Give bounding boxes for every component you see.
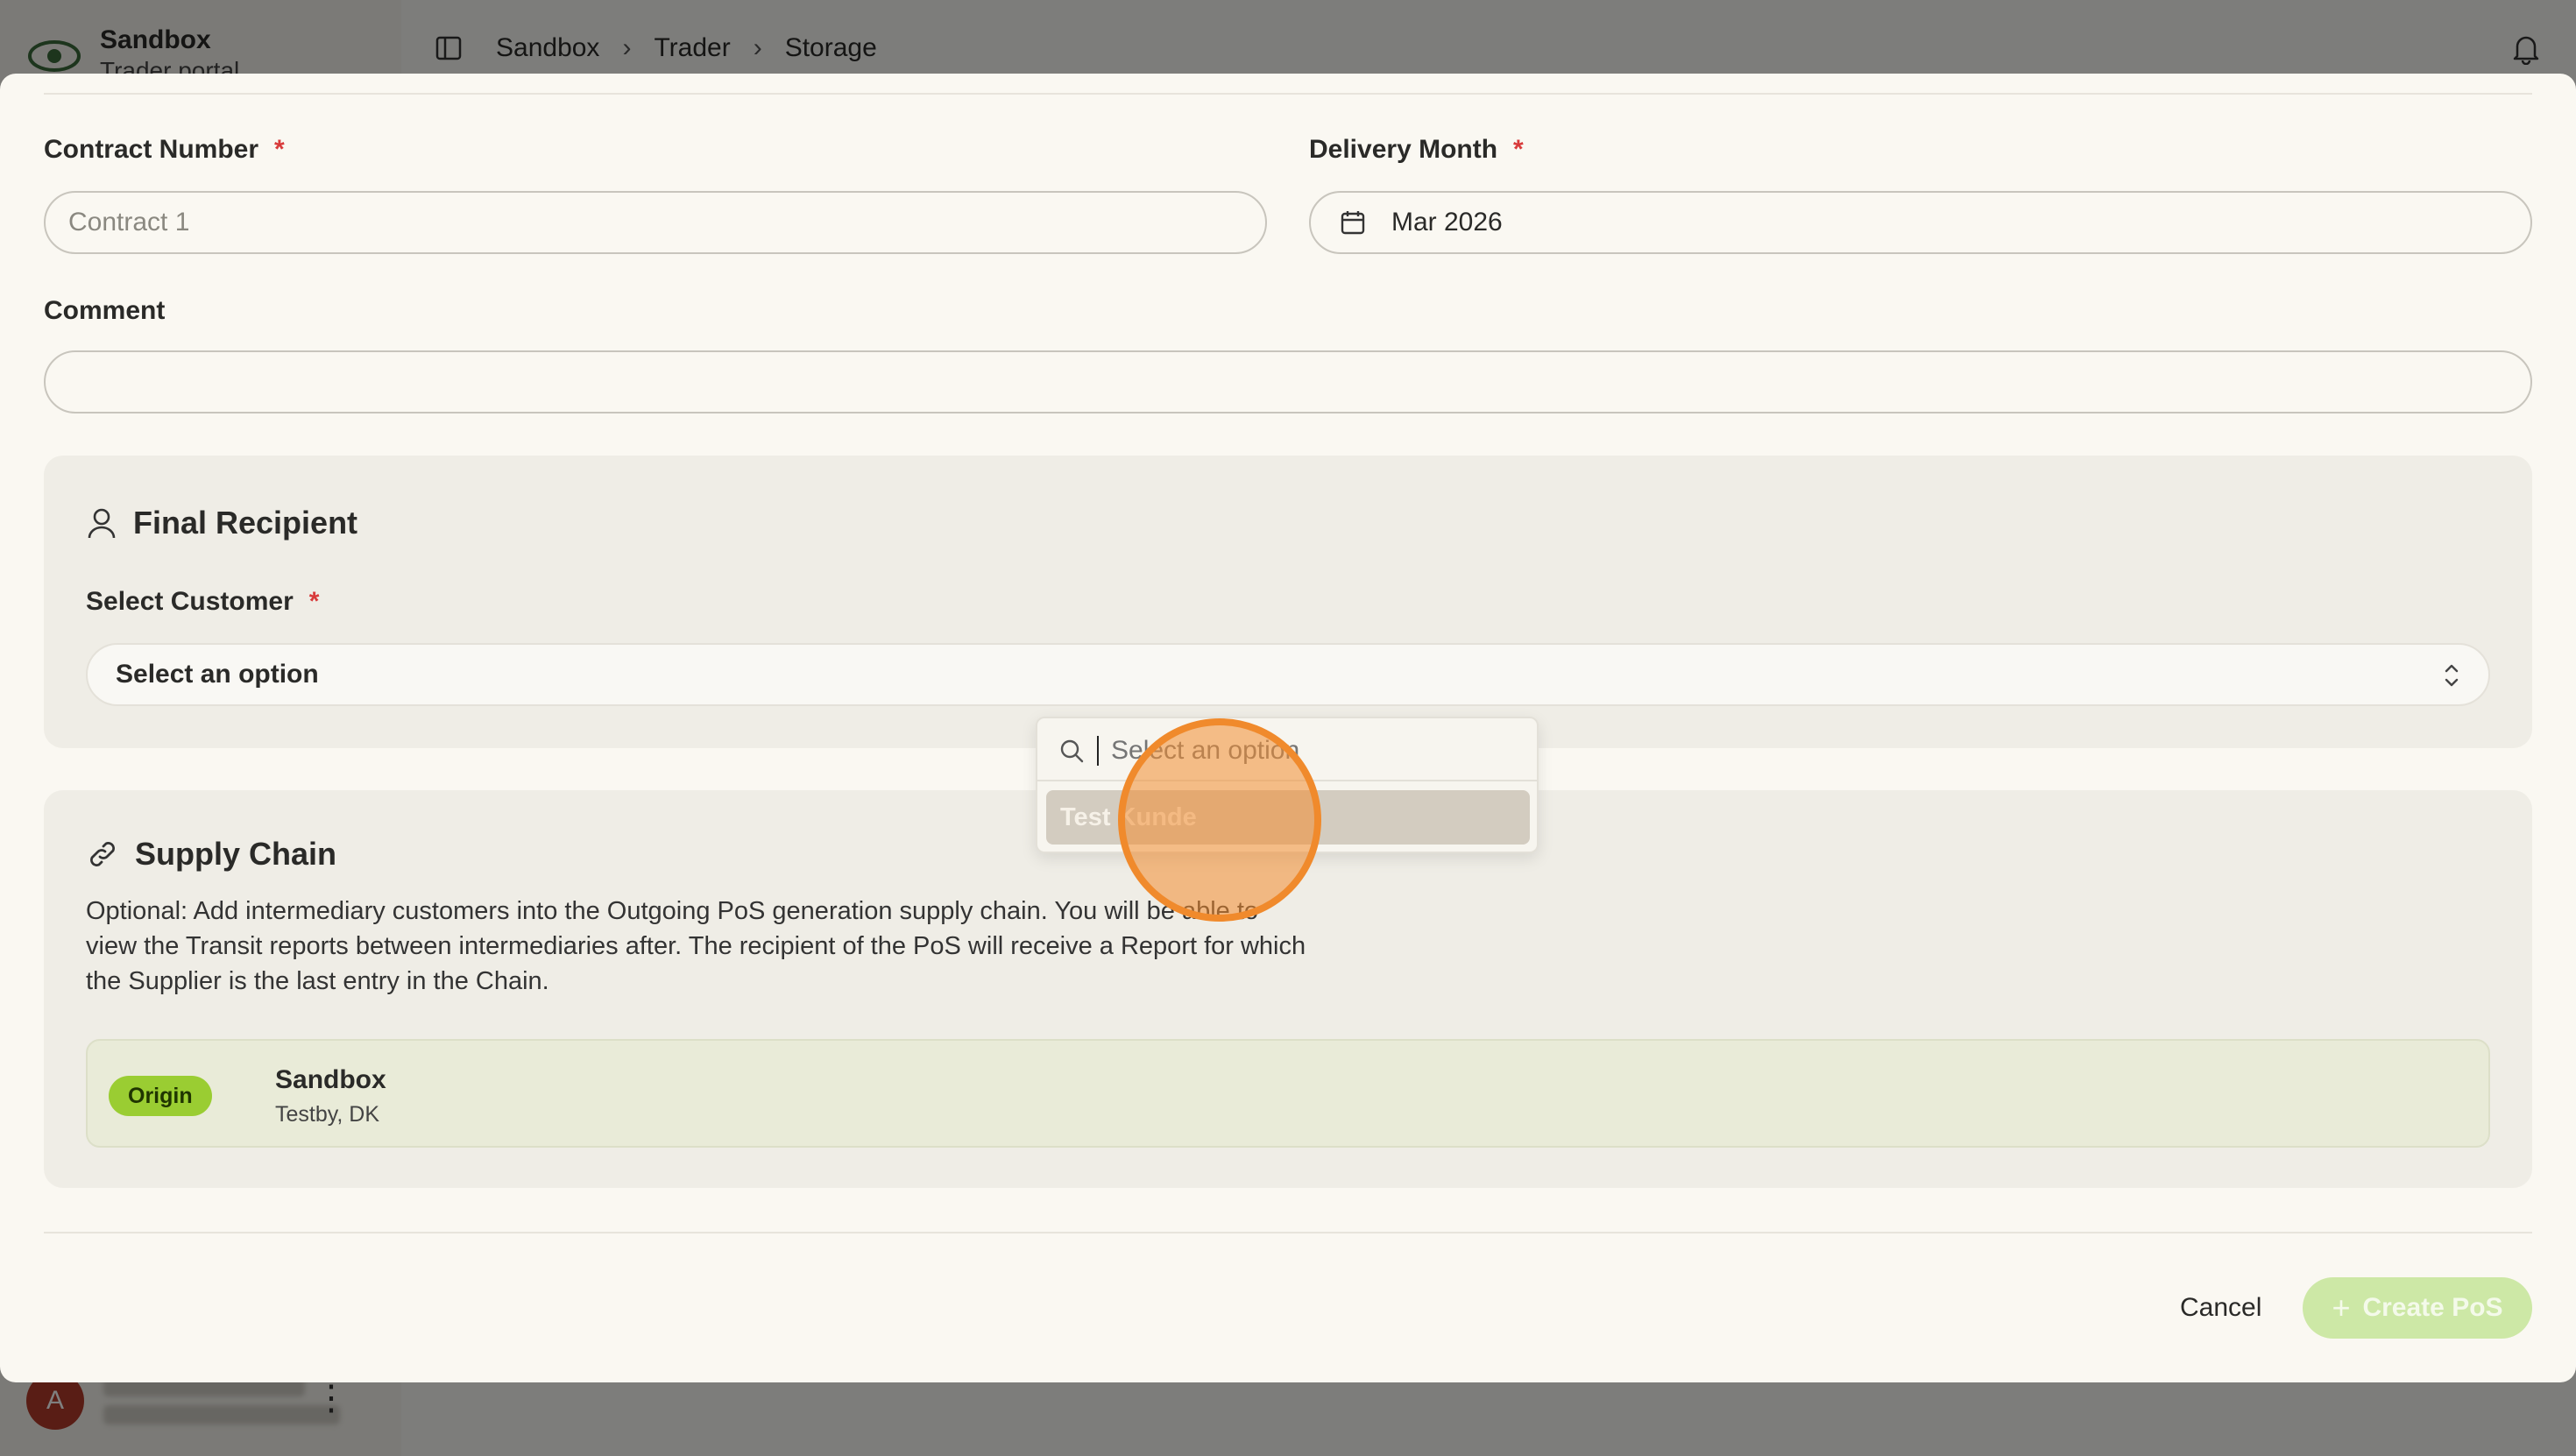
cancel-button[interactable]: Cancel (2159, 1277, 2282, 1339)
plus-icon: + (2332, 1290, 2351, 1325)
user-icon (88, 508, 116, 539)
comment-label: Comment (44, 296, 166, 325)
create-pos-button[interactable]: + Create PoS (2303, 1277, 2532, 1339)
delivery-month-picker[interactable]: Mar 2026 (1309, 191, 2532, 254)
supply-chain-description: Optional: Add intermediary customers int… (86, 897, 1306, 995)
delivery-month-label: Delivery Month * (1309, 135, 1524, 164)
search-icon (1060, 739, 1084, 763)
final-recipient-section: Final Recipient Select Customer * Select … (44, 456, 2532, 748)
contract-number-value: Contract 1 (68, 208, 190, 237)
chevron-up-down-icon (2445, 664, 2459, 687)
divider (44, 93, 2532, 95)
comment-field[interactable] (44, 350, 2532, 413)
contract-number-label: Contract Number * (44, 135, 285, 164)
select-customer-value: Select an option (116, 660, 319, 689)
origin-name: Sandbox (275, 1065, 386, 1094)
create-pos-label: Create PoS (2362, 1293, 2503, 1322)
contract-number-field[interactable]: Contract 1 (44, 191, 1267, 254)
select-customer-label: Select Customer * (86, 587, 320, 616)
delivery-month-value: Mar 2026 (1391, 208, 1503, 237)
final-recipient-title: Final Recipient (86, 505, 357, 541)
origin-card: Origin Sandbox Testby, DK (86, 1039, 2490, 1148)
origin-badge: Origin (109, 1076, 212, 1116)
link-icon (90, 842, 115, 866)
click-indicator (1118, 718, 1321, 922)
text-caret (1097, 736, 1099, 766)
select-customer-dropdown[interactable]: Select an option (86, 643, 2490, 706)
calendar-icon (1341, 211, 1365, 235)
origin-location: Testby, DK (275, 1102, 380, 1127)
supply-chain-title: Supply Chain (86, 836, 336, 873)
divider (44, 1232, 2532, 1233)
